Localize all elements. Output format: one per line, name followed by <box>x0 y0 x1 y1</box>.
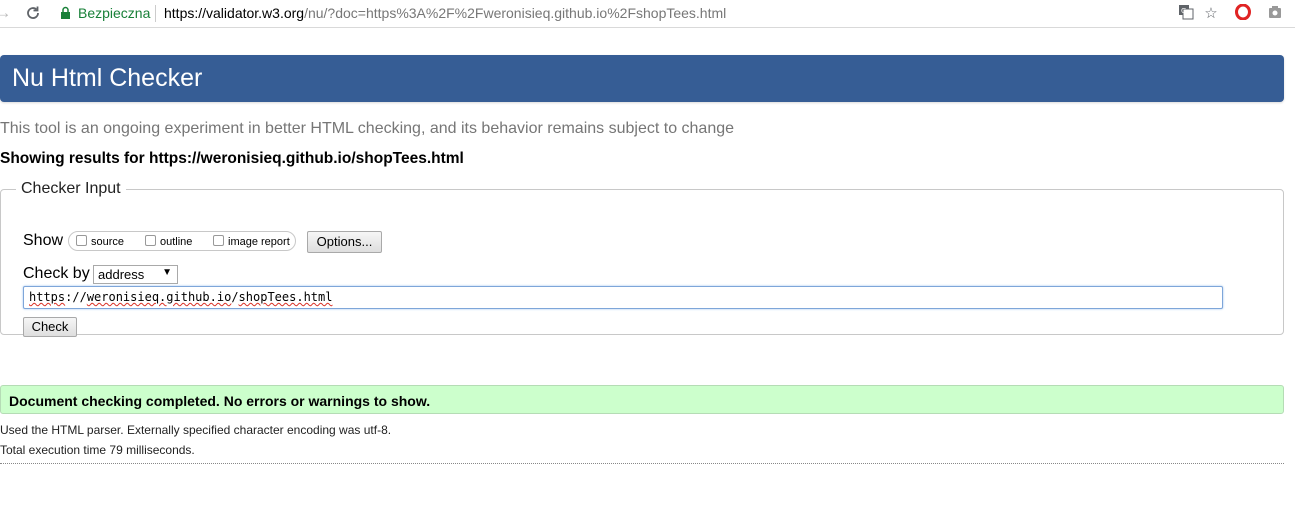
image-report-checkbox-label[interactable]: image report <box>228 236 290 248</box>
outline-checkbox-label[interactable]: outline <box>160 236 192 248</box>
success-message-box: Document checking completed. No errors o… <box>0 385 1284 414</box>
opera-icon[interactable] <box>1233 3 1253 24</box>
svg-text:G: G <box>1181 7 1186 15</box>
url-host: https://validator.w3.org <box>164 5 305 21</box>
header-banner: Nu Html Checker <box>0 55 1284 102</box>
checker-input-fieldset: Checker Input Show source outline image … <box>0 180 1284 337</box>
source-checkbox[interactable] <box>76 235 87 246</box>
page-title: Nu Html Checker <box>12 64 203 92</box>
url-input[interactable]: https://weronisieq.github.io/shopTees.ht… <box>23 286 1223 309</box>
reload-icon[interactable] <box>22 3 44 23</box>
execution-time-info: Total execution time 79 milliseconds. <box>0 443 195 457</box>
check-by-value: address <box>98 267 145 282</box>
options-button[interactable]: Options... <box>307 231 382 253</box>
parser-info: Used the HTML parser. Externally specifi… <box>0 423 392 437</box>
results-heading: Showing results for https://weronisieq.g… <box>0 150 464 167</box>
chevron-down-icon: ▼ <box>162 267 172 278</box>
browser-toolbar: → Bezpieczna https://validator.w3.org/nu… <box>0 0 1295 28</box>
address-separator <box>155 5 156 22</box>
lock-icon <box>60 6 71 20</box>
url-path: /nu/?doc=https%3A%2F%2Fweronisieq.github… <box>304 5 727 21</box>
star-icon[interactable]: ☆ <box>1201 4 1221 24</box>
dotted-divider <box>0 463 1284 464</box>
check-by-select[interactable]: address ▼ <box>93 265 178 284</box>
check-button[interactable]: Check <box>23 317 77 337</box>
checker-input-legend: Checker Input <box>21 180 121 197</box>
camera-icon[interactable] <box>1265 4 1285 24</box>
success-message: Document checking completed. No errors o… <box>9 393 431 409</box>
translate-icon[interactable]: G <box>1176 4 1196 24</box>
check-by-label: Check by <box>23 265 90 282</box>
show-options-group: source outline image report <box>68 231 296 251</box>
subtitle: This tool is an ongoing experiment in be… <box>0 120 735 137</box>
url-input-value: https://weronisieq.github.io/shopTees.ht… <box>29 290 333 304</box>
outline-checkbox[interactable] <box>145 235 156 246</box>
address-bar[interactable]: https://validator.w3.org/nu/?doc=https%3… <box>164 5 726 21</box>
secure-label: Bezpieczna <box>78 5 151 21</box>
show-label: Show <box>23 232 64 249</box>
source-checkbox-label[interactable]: source <box>91 236 124 248</box>
forward-icon[interactable]: → <box>0 3 14 23</box>
image-report-checkbox[interactable] <box>213 235 224 246</box>
